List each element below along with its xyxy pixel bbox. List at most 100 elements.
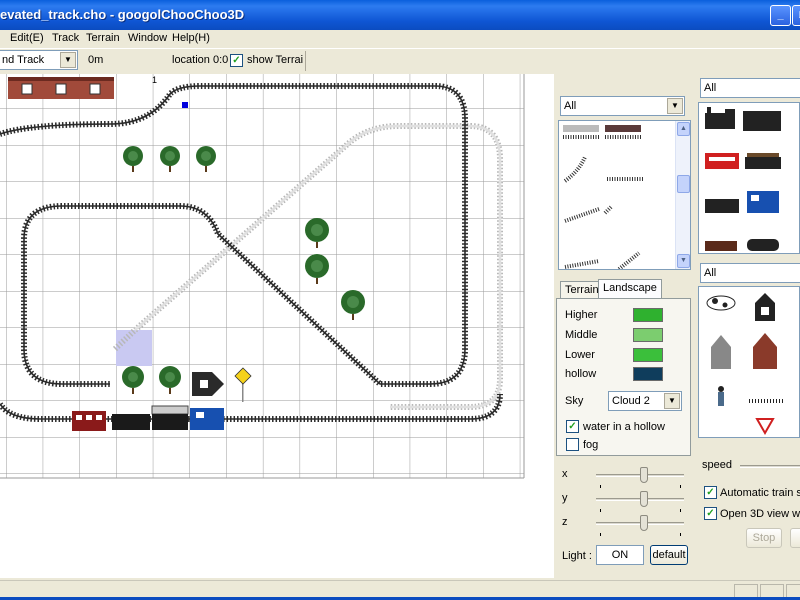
person-icon[interactable] (718, 386, 724, 406)
vehicle-filter-select[interactable]: All (700, 78, 800, 98)
slider-tick (600, 509, 601, 512)
chevron-down-icon: ▼ (667, 98, 683, 114)
slider-tick (680, 533, 681, 536)
object-filter-select[interactable]: All (700, 263, 800, 283)
higher-color-swatch[interactable] (633, 308, 663, 322)
selected-cell[interactable] (116, 330, 152, 366)
scroll-thumb[interactable] (677, 175, 690, 193)
track-pieces-svg (563, 125, 643, 269)
track-piece-short[interactable] (603, 205, 613, 215)
slider-tick (680, 485, 681, 488)
steam-locomotive-icon[interactable] (705, 107, 735, 129)
track-type-select[interactable]: nd Track ▼ (0, 50, 78, 70)
vehicle-palette-panel: All (696, 74, 800, 259)
sky-label: Sky (565, 395, 584, 407)
red-railcar-icon[interactable] (705, 153, 739, 169)
fog-checkbox[interactable] (566, 438, 579, 451)
cow-icon[interactable] (706, 295, 736, 311)
track-list-scrollbar[interactable]: ▲ ▼ (675, 121, 690, 269)
camera-panel: x y z Light : ON default (556, 460, 691, 576)
flat-car-icon[interactable] (705, 241, 737, 251)
light-value[interactable]: ON (596, 545, 644, 565)
track-pieces-list[interactable]: ▲ ▼ (558, 120, 691, 270)
higher-label: Higher (565, 309, 598, 321)
freight-car-icon[interactable] (743, 111, 781, 131)
menu-bar: Edit(E) Track Terrain Window Help(H) (0, 30, 800, 48)
slider-tick (600, 533, 601, 536)
y-slider-thumb[interactable] (640, 491, 648, 507)
black-tender-icon[interactable] (705, 199, 739, 213)
hollow-label: hollow (565, 368, 597, 380)
track-piece-diagonal[interactable] (564, 207, 600, 223)
track-piece-elevated[interactable] (563, 125, 599, 132)
objects-svg (706, 293, 785, 436)
landscape-tab-panel: Higher Middle Lower hollow Sky Cloud 2 ▼… (556, 298, 691, 456)
default-button[interactable]: default (650, 545, 688, 565)
menu-help[interactable]: Help(H) (172, 32, 210, 44)
stop-button[interactable]: Stop (746, 528, 782, 548)
vehicle-list[interactable] (698, 102, 800, 254)
open-3d-checkbox[interactable]: ✓ (704, 507, 717, 520)
fog-label: fog (583, 439, 599, 451)
scroll-up-icon[interactable]: ▲ (677, 122, 690, 136)
location-readout: location 0:0 (172, 54, 229, 66)
maximize-button[interactable]: □ (792, 5, 800, 26)
scroll-down-icon[interactable]: ▼ (677, 254, 690, 268)
auto-stop-checkbox[interactable]: ✓ (704, 486, 717, 499)
sky-select[interactable]: Cloud 2 ▼ (608, 391, 682, 411)
minimize-button[interactable]: _ (770, 5, 791, 26)
chevron-down-icon: ▼ (664, 393, 680, 409)
app-window: evated_track.cho - googolChooChoo3D _ □ … (0, 0, 800, 600)
track-filter-select[interactable]: All ▼ (560, 96, 685, 116)
water-in-hollow-checkbox[interactable]: ✓ (566, 420, 579, 433)
menu-track[interactable]: Track (52, 32, 79, 44)
track-piece-diagonal[interactable] (617, 251, 641, 269)
object-palette-panel: All (696, 260, 800, 442)
track-layout-svg[interactable]: 1 (0, 74, 554, 578)
action-button[interactable] (790, 528, 800, 548)
z-label: z (562, 516, 568, 528)
vehicle-filter-value: All (704, 82, 717, 94)
window-title: evated_track.cho - googolChooChoo3D (0, 7, 245, 22)
distance-readout: 0m (88, 54, 104, 66)
track-piece-diagonal[interactable] (564, 259, 600, 269)
tab-landscape[interactable]: Landscape (598, 279, 662, 299)
lower-label: Lower (565, 349, 595, 361)
title-bar: evated_track.cho - googolChooChoo3D _ □ (0, 0, 800, 30)
speed-label: speed (702, 459, 732, 471)
brick-building-icon[interactable] (753, 333, 777, 369)
section-number: 1 (152, 75, 157, 85)
x-label: x (562, 468, 568, 480)
station-building[interactable] (8, 77, 114, 99)
coal-car-icon[interactable] (745, 153, 781, 169)
house-icon[interactable] (755, 293, 775, 321)
show-terrain-label: show Terrai (247, 54, 304, 66)
menu-edit[interactable]: Edit(E) (10, 32, 44, 44)
middle-color-swatch[interactable] (633, 328, 663, 342)
x-slider-thumb[interactable] (640, 467, 648, 483)
menu-terrain[interactable]: Terrain (86, 32, 120, 44)
middle-label: Middle (565, 329, 598, 341)
track-piece-brick[interactable] (605, 125, 641, 132)
object-list[interactable] (698, 286, 800, 438)
y-label: y (562, 492, 568, 504)
open-3d-label: Open 3D view whe (720, 508, 800, 520)
z-slider-thumb[interactable] (640, 515, 648, 531)
sky-value: Cloud 2 (612, 395, 650, 407)
show-terrain-checkbox[interactable]: ✓ (230, 54, 243, 67)
hollow-color-swatch[interactable] (633, 367, 663, 381)
tank-car-icon[interactable] (747, 239, 779, 251)
speed-slider-track[interactable] (740, 465, 800, 468)
slider-tick (600, 485, 601, 488)
gray-building-icon[interactable] (711, 335, 731, 369)
layout-canvas[interactable]: 1 (0, 74, 554, 578)
train-controls-panel: speed ✓ Automatic train sto ✓ Open 3D vi… (696, 444, 800, 578)
toolbar-divider (305, 51, 306, 71)
blue-locomotive-icon[interactable] (747, 191, 779, 213)
lower-color-swatch[interactable] (633, 348, 663, 362)
toolbar: nd Track ▼ 0m location 0:0 ✓ show Terrai (0, 48, 800, 72)
track-piece-curve[interactable] (563, 156, 587, 183)
yield-sign-icon[interactable] (755, 418, 775, 436)
cursor-marker[interactable] (182, 102, 188, 108)
menu-window[interactable]: Window (128, 32, 167, 44)
